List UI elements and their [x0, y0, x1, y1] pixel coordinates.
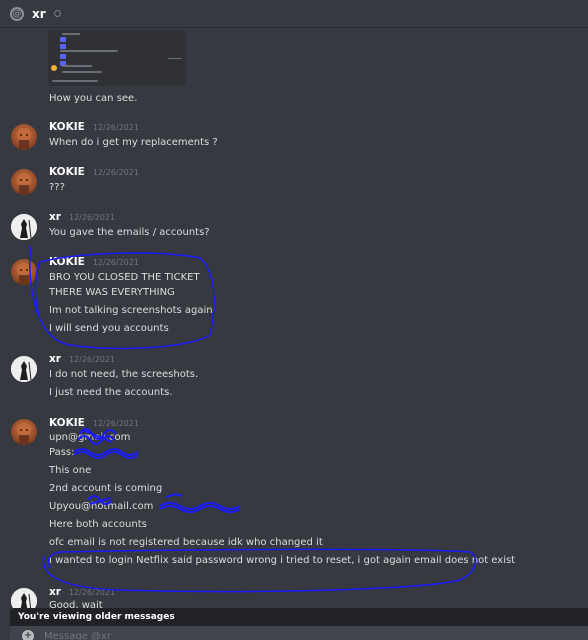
message-composer: + — [10, 626, 588, 640]
message-line: This one — [49, 465, 92, 476]
dm-title: xr — [32, 6, 46, 21]
timestamp: 12/26/2021 — [68, 588, 116, 597]
message-line: 2nd account is coming — [49, 483, 163, 494]
avatar[interactable] — [11, 356, 37, 382]
at-icon: @ — [10, 6, 24, 21]
author-name[interactable]: KOKIE — [49, 256, 85, 268]
avatar[interactable] — [11, 214, 37, 240]
avatar[interactable] — [11, 124, 37, 150]
message-line: Pass: — [49, 447, 75, 458]
timestamp: 12/26/2021 — [68, 213, 116, 222]
author-name[interactable]: KOKIE — [49, 166, 85, 178]
message-line: ofc email is not registered because idk … — [49, 537, 323, 548]
author-name[interactable]: xr — [49, 211, 61, 223]
timestamp: 12/26/2021 — [92, 123, 139, 132]
message-line: When do i get my replacements ? — [49, 137, 218, 148]
message-line: ??? — [49, 182, 65, 193]
message-line: I wanted to login Netflix said password … — [49, 555, 516, 566]
avatar[interactable] — [11, 419, 37, 445]
author-name[interactable]: xr — [49, 586, 61, 598]
message-line: I will send you accounts — [49, 323, 169, 334]
avatar[interactable] — [11, 169, 37, 195]
message-line: upn@gmail.com — [49, 432, 131, 443]
author-name[interactable]: xr — [49, 353, 61, 365]
add-attachment-icon[interactable]: + — [22, 630, 34, 640]
screenshot-attachment[interactable] — [48, 30, 186, 86]
timestamp: 12/26/2021 — [68, 355, 116, 364]
message-line: How you can see. — [49, 93, 138, 104]
timestamp: 12/26/2021 — [92, 419, 139, 428]
message-input[interactable] — [44, 630, 444, 640]
message-line: Here both accounts — [49, 519, 147, 530]
author-name[interactable]: KOKIE — [49, 417, 85, 429]
avatar[interactable] — [11, 259, 37, 285]
message-line: I do not need, the screeshots. — [49, 369, 199, 380]
message-line: Upyou@hotmail.com — [49, 501, 154, 512]
message-line: THERE WAS EVERYTHING — [49, 287, 175, 298]
message-line: BRO YOU CLOSED THE TICKET — [49, 272, 200, 283]
censor-scribble — [159, 493, 241, 513]
older-messages-bar[interactable]: You're viewing older messages — [10, 608, 588, 626]
message-line: Im not talking screenshots again — [49, 305, 213, 316]
dm-header: @ xr — [0, 0, 588, 28]
timestamp: 12/26/2021 — [92, 258, 139, 267]
older-messages-label: You're viewing older messages — [18, 612, 175, 622]
author-name[interactable]: KOKIE — [49, 121, 85, 133]
message-line: I just need the accounts. — [49, 387, 173, 398]
censor-scribble — [73, 448, 139, 459]
status-icon — [53, 10, 61, 17]
message-line: You gave the emails / accounts? — [49, 227, 210, 238]
timestamp: 12/26/2021 — [92, 168, 139, 177]
